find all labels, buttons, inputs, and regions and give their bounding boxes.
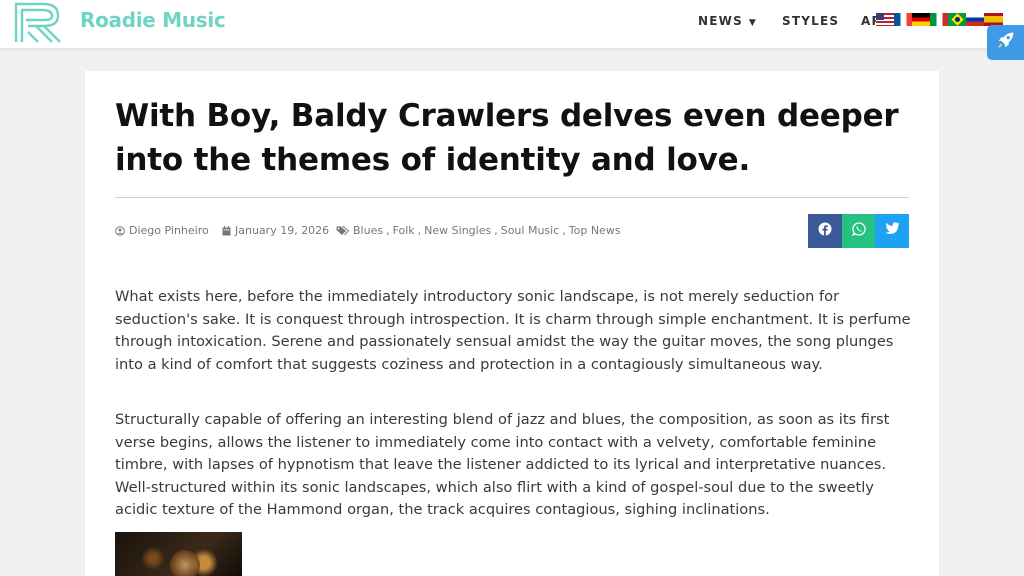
chevron-down-icon: ▼ <box>748 18 758 28</box>
rocket-icon <box>995 29 1017 56</box>
article-tags: Blues , Folk , New Singles , Soul Music … <box>336 224 621 237</box>
fr-flag-icon[interactable] <box>894 13 913 26</box>
tag-link[interactable]: Folk <box>393 224 415 237</box>
us-flag-icon[interactable] <box>876 13 895 26</box>
nav-news-label: NEWS <box>698 14 743 28</box>
article-paragraph: What exists here, before the immediately… <box>115 288 911 373</box>
tag-link[interactable]: Blues <box>353 224 383 237</box>
facebook-icon <box>818 222 832 241</box>
rocket-button[interactable] <box>987 25 1024 60</box>
nav-styles[interactable]: STYLES <box>782 14 839 28</box>
article-date[interactable]: January 19, 2026 <box>222 224 329 237</box>
nav-news[interactable]: NEWS ▼ <box>698 14 757 28</box>
whatsapp-icon <box>851 221 866 241</box>
tag-link[interactable]: Top News <box>569 224 621 237</box>
author-name: Diego Pinheiro <box>129 224 209 237</box>
share-facebook-button[interactable] <box>808 214 842 248</box>
article-photo <box>115 532 242 576</box>
article-paragraph: Structurally capable of offering an inte… <box>115 411 890 519</box>
tag-link[interactable]: Soul Music <box>501 224 560 237</box>
brand-name[interactable]: Roadie Music <box>80 8 226 32</box>
title-divider <box>115 197 909 198</box>
share-whatsapp-button[interactable] <box>842 214 876 248</box>
site-header: Roadie Music NEWS▼ STYLES ARTS <box>0 0 1024 48</box>
date-text: January 19, 2026 <box>235 224 330 237</box>
tags-icon <box>336 225 349 236</box>
de-flag-icon[interactable] <box>912 13 931 26</box>
calendar-icon <box>222 225 231 236</box>
article-author[interactable]: Diego Pinheiro <box>115 224 209 237</box>
tag-link[interactable]: New Singles <box>424 224 491 237</box>
language-switcher <box>876 13 1003 27</box>
twitter-icon <box>884 222 900 240</box>
ru-flag-icon[interactable] <box>966 13 985 26</box>
article-title: With Boy, Baldy Crawlers delves even dee… <box>115 98 899 178</box>
roadie-logo-icon[interactable] <box>14 2 70 44</box>
share-twitter-button[interactable] <box>875 214 909 248</box>
it-flag-icon[interactable] <box>930 13 949 26</box>
br-flag-icon[interactable] <box>948 13 967 26</box>
user-circle-icon <box>115 225 125 236</box>
